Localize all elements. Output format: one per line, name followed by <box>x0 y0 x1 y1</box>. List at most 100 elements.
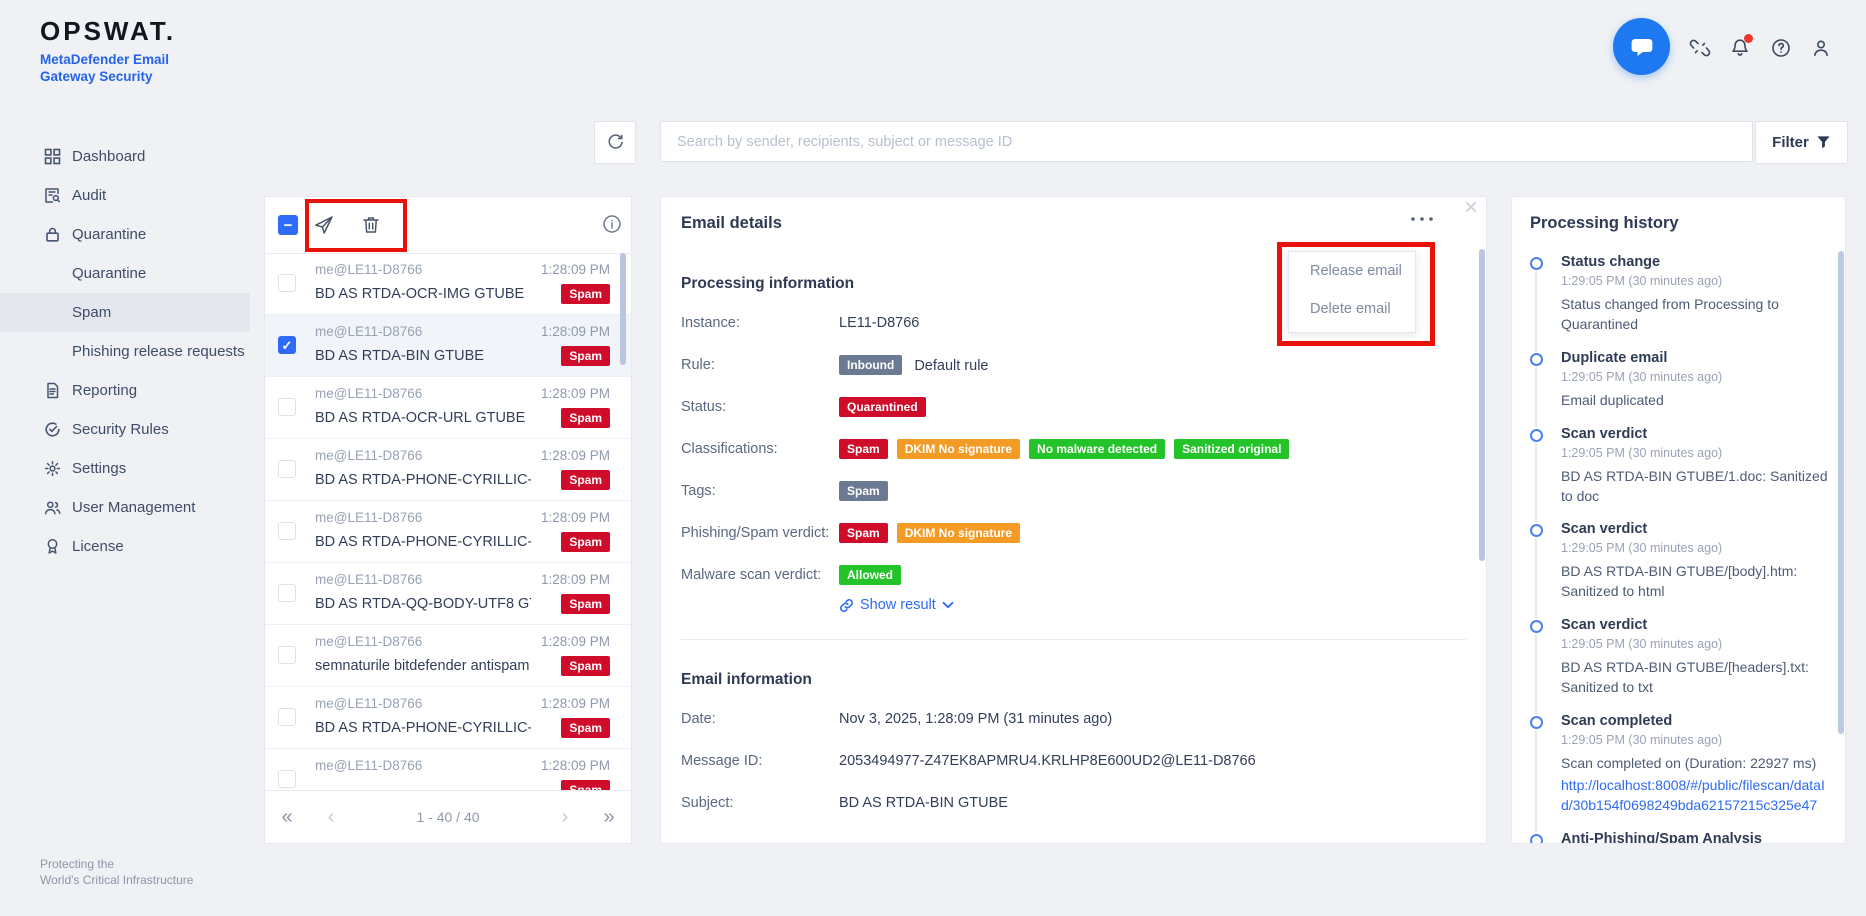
history-item-link[interactable]: http://localhost:8008/#/public/filescan/… <box>1561 776 1831 816</box>
license-icon <box>44 538 61 555</box>
sidebar-item-label: User Management <box>72 499 196 516</box>
ellipsis-icon <box>1409 215 1435 223</box>
field-label: Message ID: <box>681 753 763 769</box>
timeline-dot-icon <box>1530 428 1543 442</box>
row-time: 1:28:09 PM <box>540 510 610 525</box>
row-time: 1:28:09 PM <box>540 758 610 773</box>
sidebar-item-label: Settings <box>72 460 127 477</box>
integration-link-button[interactable] <box>1689 37 1711 59</box>
history-item: Scan verdict 1:29:05 PM (30 minutes ago)… <box>1530 521 1831 618</box>
report-icon <box>44 382 61 399</box>
timeline-dot-icon <box>1530 257 1543 270</box>
next-page-button[interactable]: › <box>543 806 587 829</box>
field-label: Tags: <box>681 483 716 499</box>
sidebar-item-reporting[interactable]: Reporting <box>0 371 250 410</box>
history-scrollbar[interactable] <box>1838 251 1844 734</box>
row-subject: BD AS RTDA-PHONE-CYRILLIC-3-2 GT... <box>315 720 531 736</box>
email-list-scrollbar[interactable] <box>620 253 626 365</box>
date-field: Date: Nov 3, 2025, 1:28:09 PM (31 minute… <box>681 709 1466 731</box>
field-label: Date: <box>681 711 716 727</box>
classification-badge: No malware detected <box>1029 439 1166 460</box>
email-list-row[interactable]: me@LE11-D8766 BD AS RTDA-PHONE-CYRILLIC-… <box>265 501 631 563</box>
sidebar-item-security-rules[interactable]: Security Rules <box>0 410 250 449</box>
row-checkbox[interactable] <box>278 646 296 664</box>
row-sender: me@LE11-D8766 <box>315 572 423 587</box>
email-list-row[interactable]: me@LE11-D8766 BD AS RTDA-BIN GTUBE 1:28:… <box>265 315 631 377</box>
close-details-icon[interactable]: × <box>1459 197 1483 221</box>
row-checkbox[interactable] <box>278 274 296 292</box>
sidebar-item-settings[interactable]: Settings <box>0 449 250 488</box>
row-checkbox[interactable] <box>278 708 296 726</box>
row-checkbox[interactable] <box>278 584 296 602</box>
list-info-button[interactable] <box>601 213 623 235</box>
release-email-menu-item[interactable]: Release email <box>1289 252 1415 290</box>
person-icon <box>1810 37 1832 59</box>
release-selected-button[interactable] <box>313 214 335 236</box>
history-item-title: Scan verdict <box>1561 617 1648 634</box>
tag-badge: Spam <box>839 481 888 502</box>
row-subject: BD AS RTDA-QQ-BODY-UTF8 GTUBE <box>315 596 531 612</box>
email-list-row[interactable]: me@LE11-D8766 BD AS RTDA-PHONE-CYRILLIC-… <box>265 687 631 749</box>
sidebar-item-label: Security Rules <box>72 421 169 438</box>
more-actions-button[interactable] <box>1407 197 1437 223</box>
filter-button[interactable]: Filter <box>1755 121 1848 164</box>
trash-icon <box>360 214 382 236</box>
row-checkbox[interactable] <box>278 522 296 540</box>
row-checkbox[interactable] <box>278 336 296 354</box>
last-page-button[interactable]: » <box>587 806 631 829</box>
row-checkbox[interactable] <box>278 770 296 788</box>
first-page-button[interactable]: « <box>265 806 309 829</box>
refresh-button[interactable] <box>594 121 636 164</box>
row-sender: me@LE11-D8766 <box>315 696 423 711</box>
classification-badge: Sanitized original <box>1174 439 1290 460</box>
chat-button[interactable] <box>1613 18 1670 75</box>
notifications-button[interactable] <box>1729 34 1753 59</box>
history-item-description: Scan completed on (Duration: 22927 ms) <box>1561 754 1817 771</box>
email-list-row[interactable]: me@LE11-D8766 BD AS RTDA-PHONE-CYRILLIC-… <box>265 439 631 501</box>
account-button[interactable] <box>1810 37 1832 59</box>
sidebar-item-audit[interactable]: Audit <box>0 176 250 215</box>
sidebar-item-quarantine-sub[interactable]: Quarantine <box>0 254 250 293</box>
classifications-field: Classifications: Spam DKIM No signature No… <box>681 439 1466 461</box>
history-item-time: 1:29:05 PM (30 minutes ago) <box>1561 369 1723 384</box>
email-list-row[interactable]: me@LE11-D8766 BD AS RTDA-OCR-IMG GTUBE 1… <box>265 253 631 315</box>
details-title: Email details <box>681 214 782 232</box>
select-all-checkbox[interactable]: − <box>278 215 298 235</box>
prev-page-button[interactable]: ‹ <box>309 806 353 829</box>
row-time: 1:28:09 PM <box>540 634 610 649</box>
row-checkbox[interactable] <box>278 460 296 478</box>
search-input[interactable] <box>660 121 1753 162</box>
sidebar-item-phishing-release-requests[interactable]: Phishing release requests <box>0 332 250 371</box>
delete-email-menu-item[interactable]: Delete email <box>1289 290 1415 328</box>
timeline-dot-icon <box>1530 620 1543 634</box>
sidebar-item-label: Phishing release requests <box>72 343 245 360</box>
delete-selected-button[interactable] <box>360 214 382 236</box>
row-time: 1:28:09 PM <box>540 696 610 711</box>
show-result-link[interactable]: Show result <box>839 597 1466 613</box>
sidebar-item-label: Reporting <box>72 382 138 399</box>
timeline-dot-icon <box>1530 352 1543 366</box>
history-item-description: BD AS RTDA-BIN GTUBE/[headers].txt: Sani… <box>1561 659 1809 695</box>
brand-logo: OPSWAT. MetaDefender Email Gateway Secur… <box>40 16 176 86</box>
email-list-row[interactable]: me@LE11-D8766 BD AS RTDA-QQ-BODY-UTF8 GT… <box>265 563 631 625</box>
sidebar-item-dashboard[interactable]: Dashboard <box>0 137 250 176</box>
history-item-time: 1:29:05 PM (30 minutes ago) <box>1561 637 1723 652</box>
row-time: 1:28:09 PM <box>540 324 610 339</box>
help-button[interactable] <box>1770 37 1792 59</box>
history-item-time: 1:29:05 PM (30 minutes ago) <box>1561 274 1723 288</box>
row-checkbox[interactable] <box>278 398 296 416</box>
details-scrollbar[interactable] <box>1479 249 1485 561</box>
email-list-panel: − me@LE11-D8766 BD AS RTDA-OCR-IMG GTUBE… <box>264 196 632 844</box>
row-sender: me@LE11-D8766 <box>315 386 423 401</box>
field-label: Rule: <box>681 357 715 373</box>
info-circle-icon <box>601 213 623 235</box>
email-list-row[interactable]: me@LE11-D8766 BD AS RTDA-OCR-URL GTUBE 1… <box>265 377 631 439</box>
sidebar-item-user-management[interactable]: User Management <box>0 488 250 527</box>
show-result-label: Show result <box>860 597 936 613</box>
sidebar: Dashboard Audit Quarantine Quarantine Sp… <box>0 137 250 566</box>
spam-badge: Spam <box>561 656 610 677</box>
email-list-row[interactable]: me@LE11-D8766 semnaturile bitdefender an… <box>265 625 631 687</box>
sidebar-item-quarantine[interactable]: Quarantine <box>0 215 250 254</box>
sidebar-item-spam[interactable]: Spam <box>0 293 250 332</box>
sidebar-item-license[interactable]: License <box>0 527 250 566</box>
